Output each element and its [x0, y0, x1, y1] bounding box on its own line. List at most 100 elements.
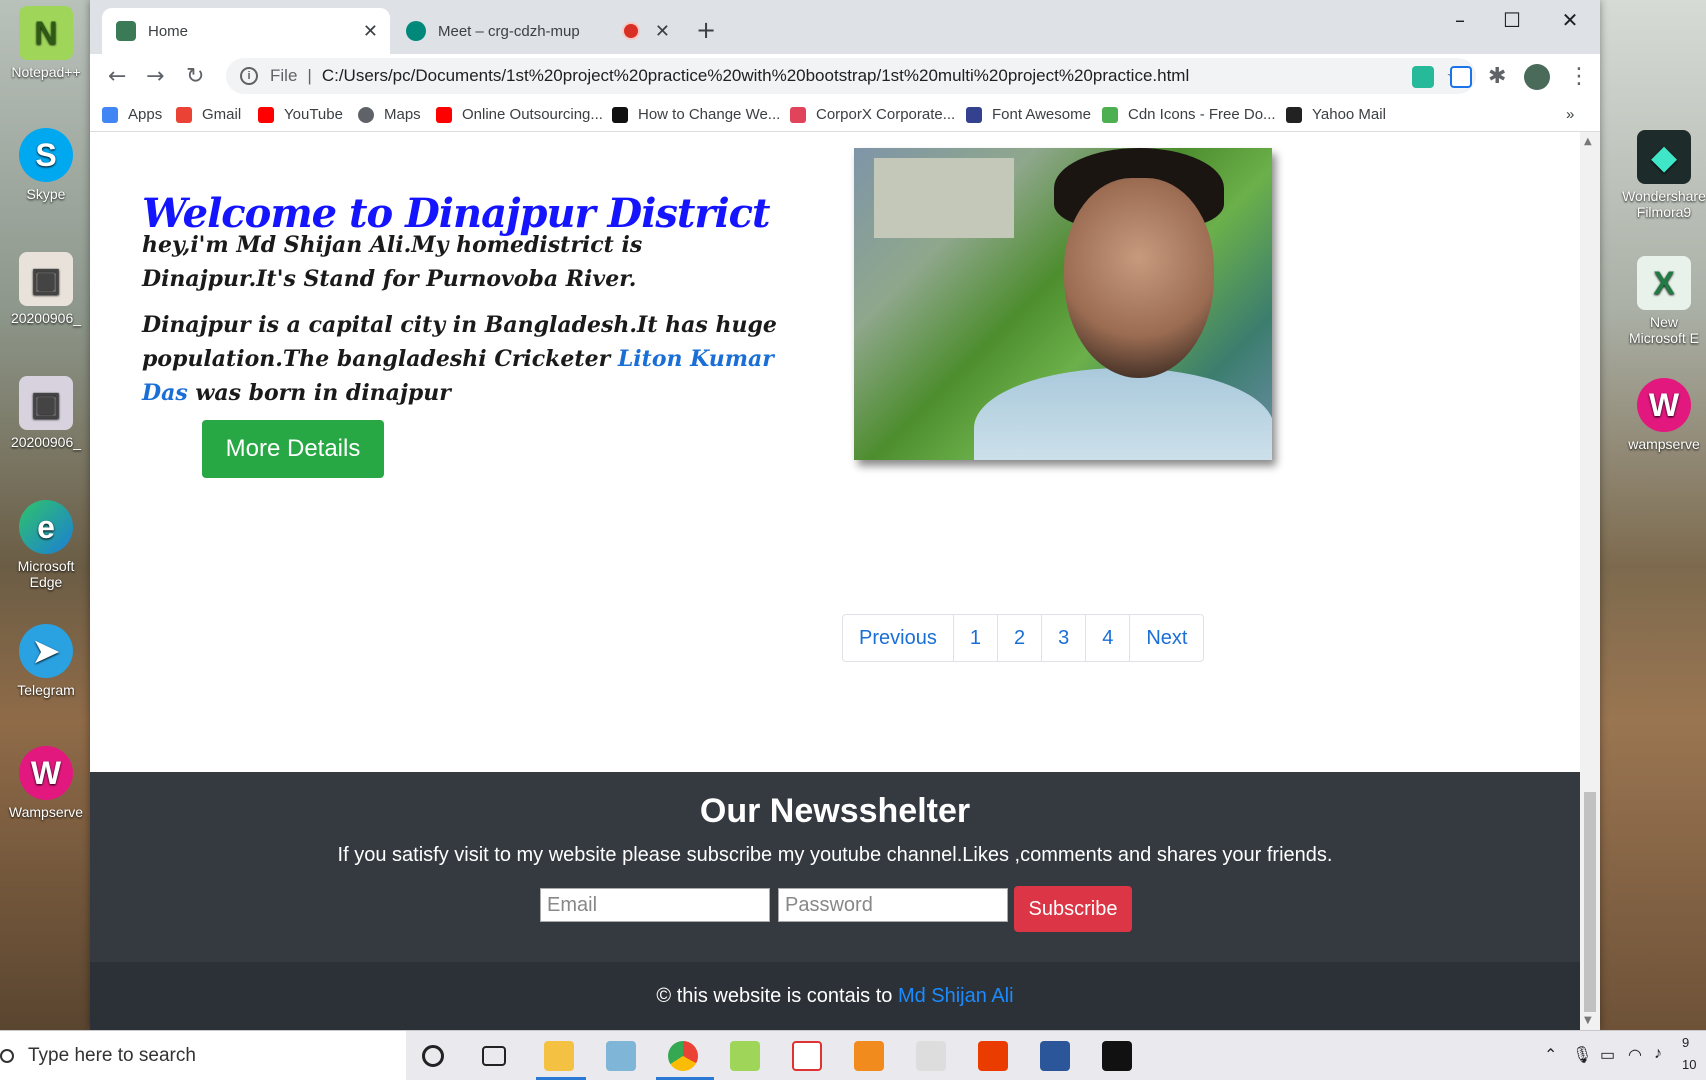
desktop-icon-label: Microsoft Edge	[17, 558, 75, 590]
extension-icon[interactable]	[1450, 66, 1472, 88]
pagination-page-1[interactable]: 1	[954, 615, 998, 661]
scroll-up-arrow-icon[interactable]: ▲	[1584, 136, 1592, 147]
extension-icon[interactable]	[1412, 66, 1434, 88]
word-icon[interactable]	[1040, 1041, 1070, 1071]
kebab-menu-icon[interactable]: ⋮	[1568, 64, 1590, 89]
wifi-icon[interactable]: ◠	[1628, 1045, 1642, 1065]
desktop-icon-telegram[interactable]: ➤ Telegram	[2, 624, 90, 698]
minimize-button[interactable]: –	[1432, 8, 1488, 32]
desktop-icon-notepadpp[interactable]: N Notepad++	[2, 6, 90, 80]
close-window-button[interactable]: ✕	[1542, 8, 1598, 32]
bookmark-maps[interactable]: Maps	[358, 106, 421, 123]
bookmark-font-awesome[interactable]: Font Awesome	[966, 106, 1091, 123]
volume-icon[interactable]: ♪	[1654, 1045, 1662, 1063]
tab-home[interactable]: Home ✕	[102, 8, 390, 54]
office-icon[interactable]	[978, 1041, 1008, 1071]
scroll-down-arrow-icon[interactable]: ▼	[1584, 1015, 1592, 1026]
new-tab-button[interactable]: +	[696, 16, 716, 44]
tab-meet[interactable]: Meet – crg-cdzh-mup ✕	[392, 8, 682, 54]
globe-icon	[358, 106, 374, 123]
desktop-icon-photo-2[interactable]: ▣ 20200906_	[2, 376, 90, 450]
desktop-icon-label: 20200906_	[10, 434, 82, 450]
bookmark-youtube[interactable]: YouTube	[258, 106, 343, 123]
chrome-icon[interactable]	[668, 1041, 698, 1071]
page-scrollbar[interactable]: ▲ ▼	[1580, 132, 1600, 1030]
bookmark-label: Font Awesome	[992, 106, 1091, 123]
pagination-page-3[interactable]: 3	[1042, 615, 1087, 661]
taskbar-search[interactable]: Type here to search	[0, 1031, 406, 1080]
extensions-puzzle-icon[interactable]: ✱	[1488, 64, 1506, 89]
tab-title: Meet – crg-cdzh-mup	[438, 22, 580, 40]
bookmark-label: YouTube	[284, 106, 343, 123]
bookmark-cdn-icons[interactable]: Cdn Icons - Free Do...	[1102, 106, 1276, 123]
password-field[interactable]: Password	[778, 888, 1008, 922]
desktop-icon-label: 20200906_	[10, 310, 82, 326]
intellij-icon[interactable]	[1102, 1041, 1132, 1071]
bookmark-yahoo-mail[interactable]: Yahoo Mail	[1286, 106, 1386, 123]
subscribe-button[interactable]: Subscribe	[1014, 886, 1132, 932]
snipping-tool-icon[interactable]	[792, 1041, 822, 1071]
hero-paragraph-text: was born in dinajpur	[187, 380, 451, 406]
desktop-icon-label: Skype	[26, 186, 66, 202]
clock-time[interactable]: 9	[1682, 1035, 1689, 1050]
pagination: Previous 1 2 3 4 Next	[842, 614, 1205, 662]
task-view-icon[interactable]	[482, 1046, 506, 1066]
pagination-page-2[interactable]: 2	[998, 615, 1043, 661]
pagination-page-4[interactable]: 4	[1086, 615, 1131, 661]
close-tab-icon[interactable]: ✕	[655, 21, 670, 42]
maximize-button[interactable]: ☐	[1484, 8, 1540, 32]
bookmark-corporx[interactable]: CorporX Corporate...	[790, 106, 955, 123]
address-bar[interactable]: i File | C:/Users/pc/Documents/1st%20pro…	[226, 58, 1476, 94]
cortana-icon[interactable]	[422, 1045, 444, 1067]
site-info-icon[interactable]: i	[240, 67, 258, 85]
bookmark-label: Yahoo Mail	[1312, 106, 1386, 123]
cursor-app-icon[interactable]	[916, 1041, 946, 1071]
bookmarks-overflow-button[interactable]: »	[1566, 106, 1574, 123]
close-tab-icon[interactable]: ✕	[363, 21, 378, 42]
profile-avatar[interactable]	[1524, 64, 1550, 90]
back-arrow-icon[interactable]: ←	[108, 64, 126, 89]
desktop-icon-skype[interactable]: S Skype	[2, 128, 90, 202]
search-icon	[0, 1049, 14, 1063]
footer-author-link[interactable]: Md Shijan Ali	[898, 985, 1014, 1007]
email-field[interactable]: Email	[540, 888, 770, 922]
pagination-next[interactable]: Next	[1130, 615, 1203, 661]
bookmark-apps[interactable]: Apps	[102, 106, 162, 123]
app-icon[interactable]	[606, 1041, 636, 1071]
notepadpp-icon[interactable]	[730, 1041, 760, 1071]
bookmark-online-outsourcing[interactable]: Online Outsourcing...	[436, 106, 603, 123]
file-explorer-icon[interactable]	[544, 1041, 574, 1071]
bookmark-how-to-change[interactable]: How to Change We...	[612, 106, 780, 123]
battery-icon[interactable]: ▭	[1600, 1045, 1615, 1065]
desktop-icon-label: Wondershare Filmora9	[1622, 188, 1706, 220]
clock-date[interactable]: 10	[1682, 1057, 1696, 1072]
amazon-icon	[1286, 106, 1302, 123]
pagination-previous[interactable]: Previous	[843, 615, 954, 661]
newsletter-title: Our Newsshelter	[699, 792, 971, 830]
wampserver-icon: W	[1637, 378, 1691, 432]
hero-paragraph-2: Dinajpur is a capital city in Bangladesh…	[142, 308, 782, 410]
show-hidden-icons-chevron-icon[interactable]: ⌃	[1544, 1045, 1557, 1065]
photo-shirt	[974, 368, 1272, 460]
desktop-icon-filmora[interactable]: ◆ Wondershare Filmora9	[1620, 130, 1706, 220]
more-details-button[interactable]: More Details	[202, 420, 384, 478]
desktop-icon-wampserver[interactable]: W Wampserve	[2, 746, 90, 820]
page-viewport: Welcome to Dinajpur District hey,i'm Md …	[90, 132, 1580, 1030]
desktop-icon-photo-1[interactable]: ▣ 20200906_	[2, 252, 90, 326]
desktop-icon-edge[interactable]: e Microsoft Edge	[2, 500, 90, 590]
bookmark-gmail[interactable]: Gmail	[176, 106, 241, 123]
page-favicon-icon	[116, 21, 136, 41]
desktop-icon-excel[interactable]: X New Microsoft E	[1620, 256, 1706, 346]
scrollbar-thumb[interactable]	[1584, 792, 1596, 1012]
newsletter-subtitle: If you satisfy visit to my website pleas…	[337, 844, 1333, 866]
taskbar: Type here to search ⌃ 🎙 ▭ ◠ ♪ 9 10	[0, 1030, 1706, 1080]
reload-icon[interactable]: ↻	[186, 64, 204, 89]
image-file-icon: ▣	[19, 376, 73, 430]
photo-face	[1064, 178, 1214, 378]
forward-arrow-icon[interactable]: →	[146, 64, 164, 89]
bookmark-label: Gmail	[202, 106, 242, 123]
desktop-icon-wampserver-right[interactable]: W wampserve	[1620, 378, 1706, 452]
sublime-text-icon[interactable]	[854, 1041, 884, 1071]
microphone-icon[interactable]: 🎙	[1572, 1045, 1592, 1065]
bookmark-label: How to Change We...	[638, 106, 781, 123]
